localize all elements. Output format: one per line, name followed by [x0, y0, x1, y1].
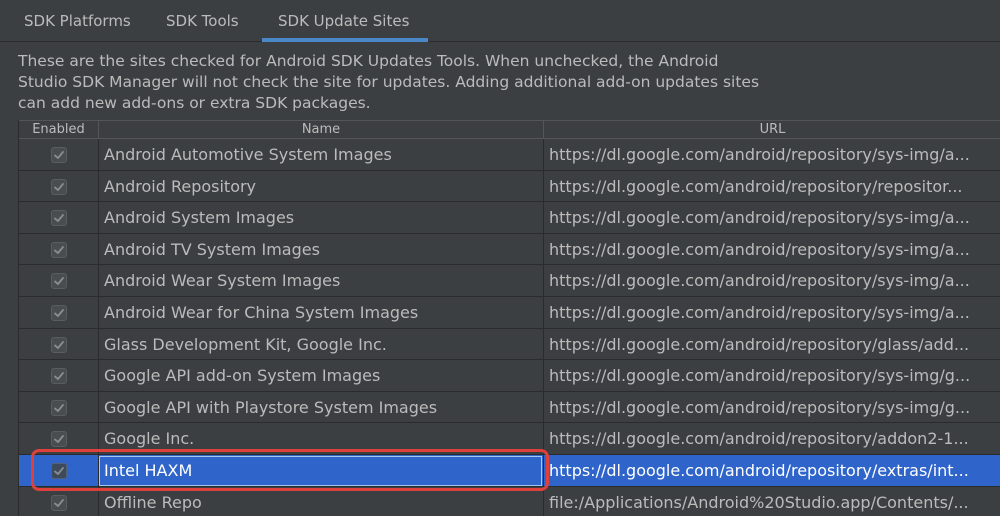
enabled-cell: [19, 391, 99, 424]
description-line: can add new add-ons or extra SDK package…: [18, 94, 371, 112]
enabled-cell: [19, 455, 99, 487]
site-name-cell[interactable]: Google API add-on System Images: [99, 360, 544, 392]
site-url-cell[interactable]: https://dl.google.com/android/repository…: [544, 171, 1000, 203]
enabled-cell: [19, 423, 99, 455]
site-url-cell[interactable]: https://dl.google.com/android/repository…: [544, 297, 1000, 329]
site-url-cell[interactable]: https://dl.google.com/android/repository…: [544, 392, 1000, 424]
table-row[interactable]: Android TV System Images https://dl.googl…: [19, 233, 1000, 266]
tab-bar: SDK Platforms SDK Tools SDK Update Sites: [0, 0, 1000, 42]
description-line: These are the sites checked for Android …: [18, 52, 719, 70]
enabled-cell: [19, 297, 99, 329]
tab-sdk-update-sites[interactable]: SDK Update Sites: [278, 0, 409, 42]
site-name-cell[interactable]: Intel HAXM: [99, 455, 544, 487]
enabled-cell: [19, 328, 99, 361]
table-row[interactable]: Google Inc. https://dl.google.com/android…: [19, 423, 1000, 455]
site-name-cell[interactable]: Android Wear for China System Images: [99, 297, 544, 329]
check-icon: [54, 151, 64, 159]
check-icon: [54, 277, 64, 286]
description-text: These are the sites checked for Android …: [18, 51, 838, 114]
enabled-checkbox[interactable]: [51, 494, 67, 511]
site-name-cell[interactable]: Android Repository: [99, 170, 544, 203]
site-url-cell[interactable]: https://dl.google.com/android/repository…: [544, 234, 1000, 266]
check-icon: [54, 498, 64, 507]
site-url-cell[interactable]: https://dl.google.com/android/repository…: [544, 360, 1000, 392]
enabled-cell: [19, 170, 99, 203]
table-row[interactable]: Intel HAXM https://dl.google.com/android/…: [19, 455, 1000, 487]
check-icon: [54, 245, 64, 254]
table-row[interactable]: Google API add-on System Images https://d…: [19, 360, 1000, 392]
enabled-checkbox[interactable]: [51, 305, 67, 321]
update-sites-table: Enabled Name URL Android Automotive Syst…: [18, 120, 1000, 516]
table-row[interactable]: Android Wear System Images https://dl.goo…: [19, 265, 1000, 297]
enabled-checkbox[interactable]: [51, 147, 67, 163]
check-icon: [54, 309, 64, 317]
column-header-enabled[interactable]: Enabled: [19, 121, 99, 139]
enabled-cell: [19, 360, 99, 392]
site-url-cell[interactable]: https://dl.google.com/android/repository…: [544, 202, 1000, 234]
site-name-cell[interactable]: Android TV System Images: [99, 233, 544, 266]
site-name-cell[interactable]: Glass Development Kit, Google Inc.: [99, 328, 544, 361]
enabled-checkbox[interactable]: [51, 273, 67, 290]
active-tab-indicator: [262, 38, 428, 42]
enabled-cell: [19, 139, 99, 171]
table-row[interactable]: Android Automotive System Images https://…: [19, 139, 1000, 171]
table-header: Enabled Name URL: [19, 120, 1000, 139]
tab-sdk-platforms[interactable]: SDK Platforms: [24, 0, 131, 42]
enabled-cell: [19, 265, 99, 297]
column-header-name[interactable]: Name: [99, 121, 544, 139]
enabled-checkbox[interactable]: [51, 241, 67, 258]
table-row[interactable]: Google API with Playstore System Images h…: [19, 391, 1000, 424]
tab-sdk-tools[interactable]: SDK Tools: [166, 0, 239, 42]
enabled-checkbox[interactable]: [51, 336, 67, 353]
table-row[interactable]: Android System Images https://dl.google.c…: [19, 202, 1000, 234]
table-row[interactable]: Glass Development Kit, Google Inc. https:…: [19, 328, 1000, 361]
enabled-checkbox[interactable]: [51, 463, 67, 479]
site-name-cell[interactable]: Android Wear System Images: [99, 265, 544, 297]
enabled-cell: [19, 202, 99, 234]
table-row[interactable]: Android Wear for China System Images http…: [19, 297, 1000, 329]
site-url-cell[interactable]: https://dl.google.com/android/repository…: [544, 265, 1000, 297]
table-row[interactable]: Offline Repo file:/Applications/Android%2…: [19, 486, 1000, 516]
enabled-checkbox[interactable]: [51, 368, 67, 385]
check-icon: [54, 372, 64, 381]
site-url-cell[interactable]: https://dl.google.com/android/repository…: [544, 423, 1000, 455]
check-icon: [54, 467, 64, 475]
enabled-checkbox[interactable]: [51, 178, 67, 195]
enabled-cell: [19, 486, 99, 516]
check-icon: [54, 214, 64, 223]
site-name-cell[interactable]: Android System Images: [99, 202, 544, 234]
check-icon: [54, 403, 64, 412]
site-name-cell[interactable]: Offline Repo: [99, 486, 544, 516]
site-url-cell[interactable]: file:/Applications/Android%20Studio.app/…: [544, 487, 1000, 516]
site-url-cell[interactable]: https://dl.google.com/android/repository…: [544, 139, 1000, 171]
enabled-cell: [19, 233, 99, 266]
column-header-url[interactable]: URL: [544, 121, 1000, 139]
site-url-cell[interactable]: https://dl.google.com/android/repository…: [544, 329, 1000, 361]
enabled-checkbox[interactable]: [51, 399, 67, 416]
site-name-cell[interactable]: Android Automotive System Images: [99, 139, 544, 171]
site-url-cell[interactable]: https://dl.google.com/android/repository…: [544, 455, 1000, 487]
site-name-cell[interactable]: Google Inc.: [99, 423, 544, 455]
check-icon: [54, 435, 64, 444]
enabled-checkbox[interactable]: [51, 210, 67, 227]
check-icon: [54, 182, 64, 191]
check-icon: [54, 340, 64, 349]
enabled-checkbox[interactable]: [51, 431, 67, 448]
table-row[interactable]: Android Repository https://dl.google.com/…: [19, 170, 1000, 203]
description-line: Studio SDK Manager will not check the si…: [18, 73, 760, 91]
site-name-cell[interactable]: Google API with Playstore System Images: [99, 391, 544, 424]
